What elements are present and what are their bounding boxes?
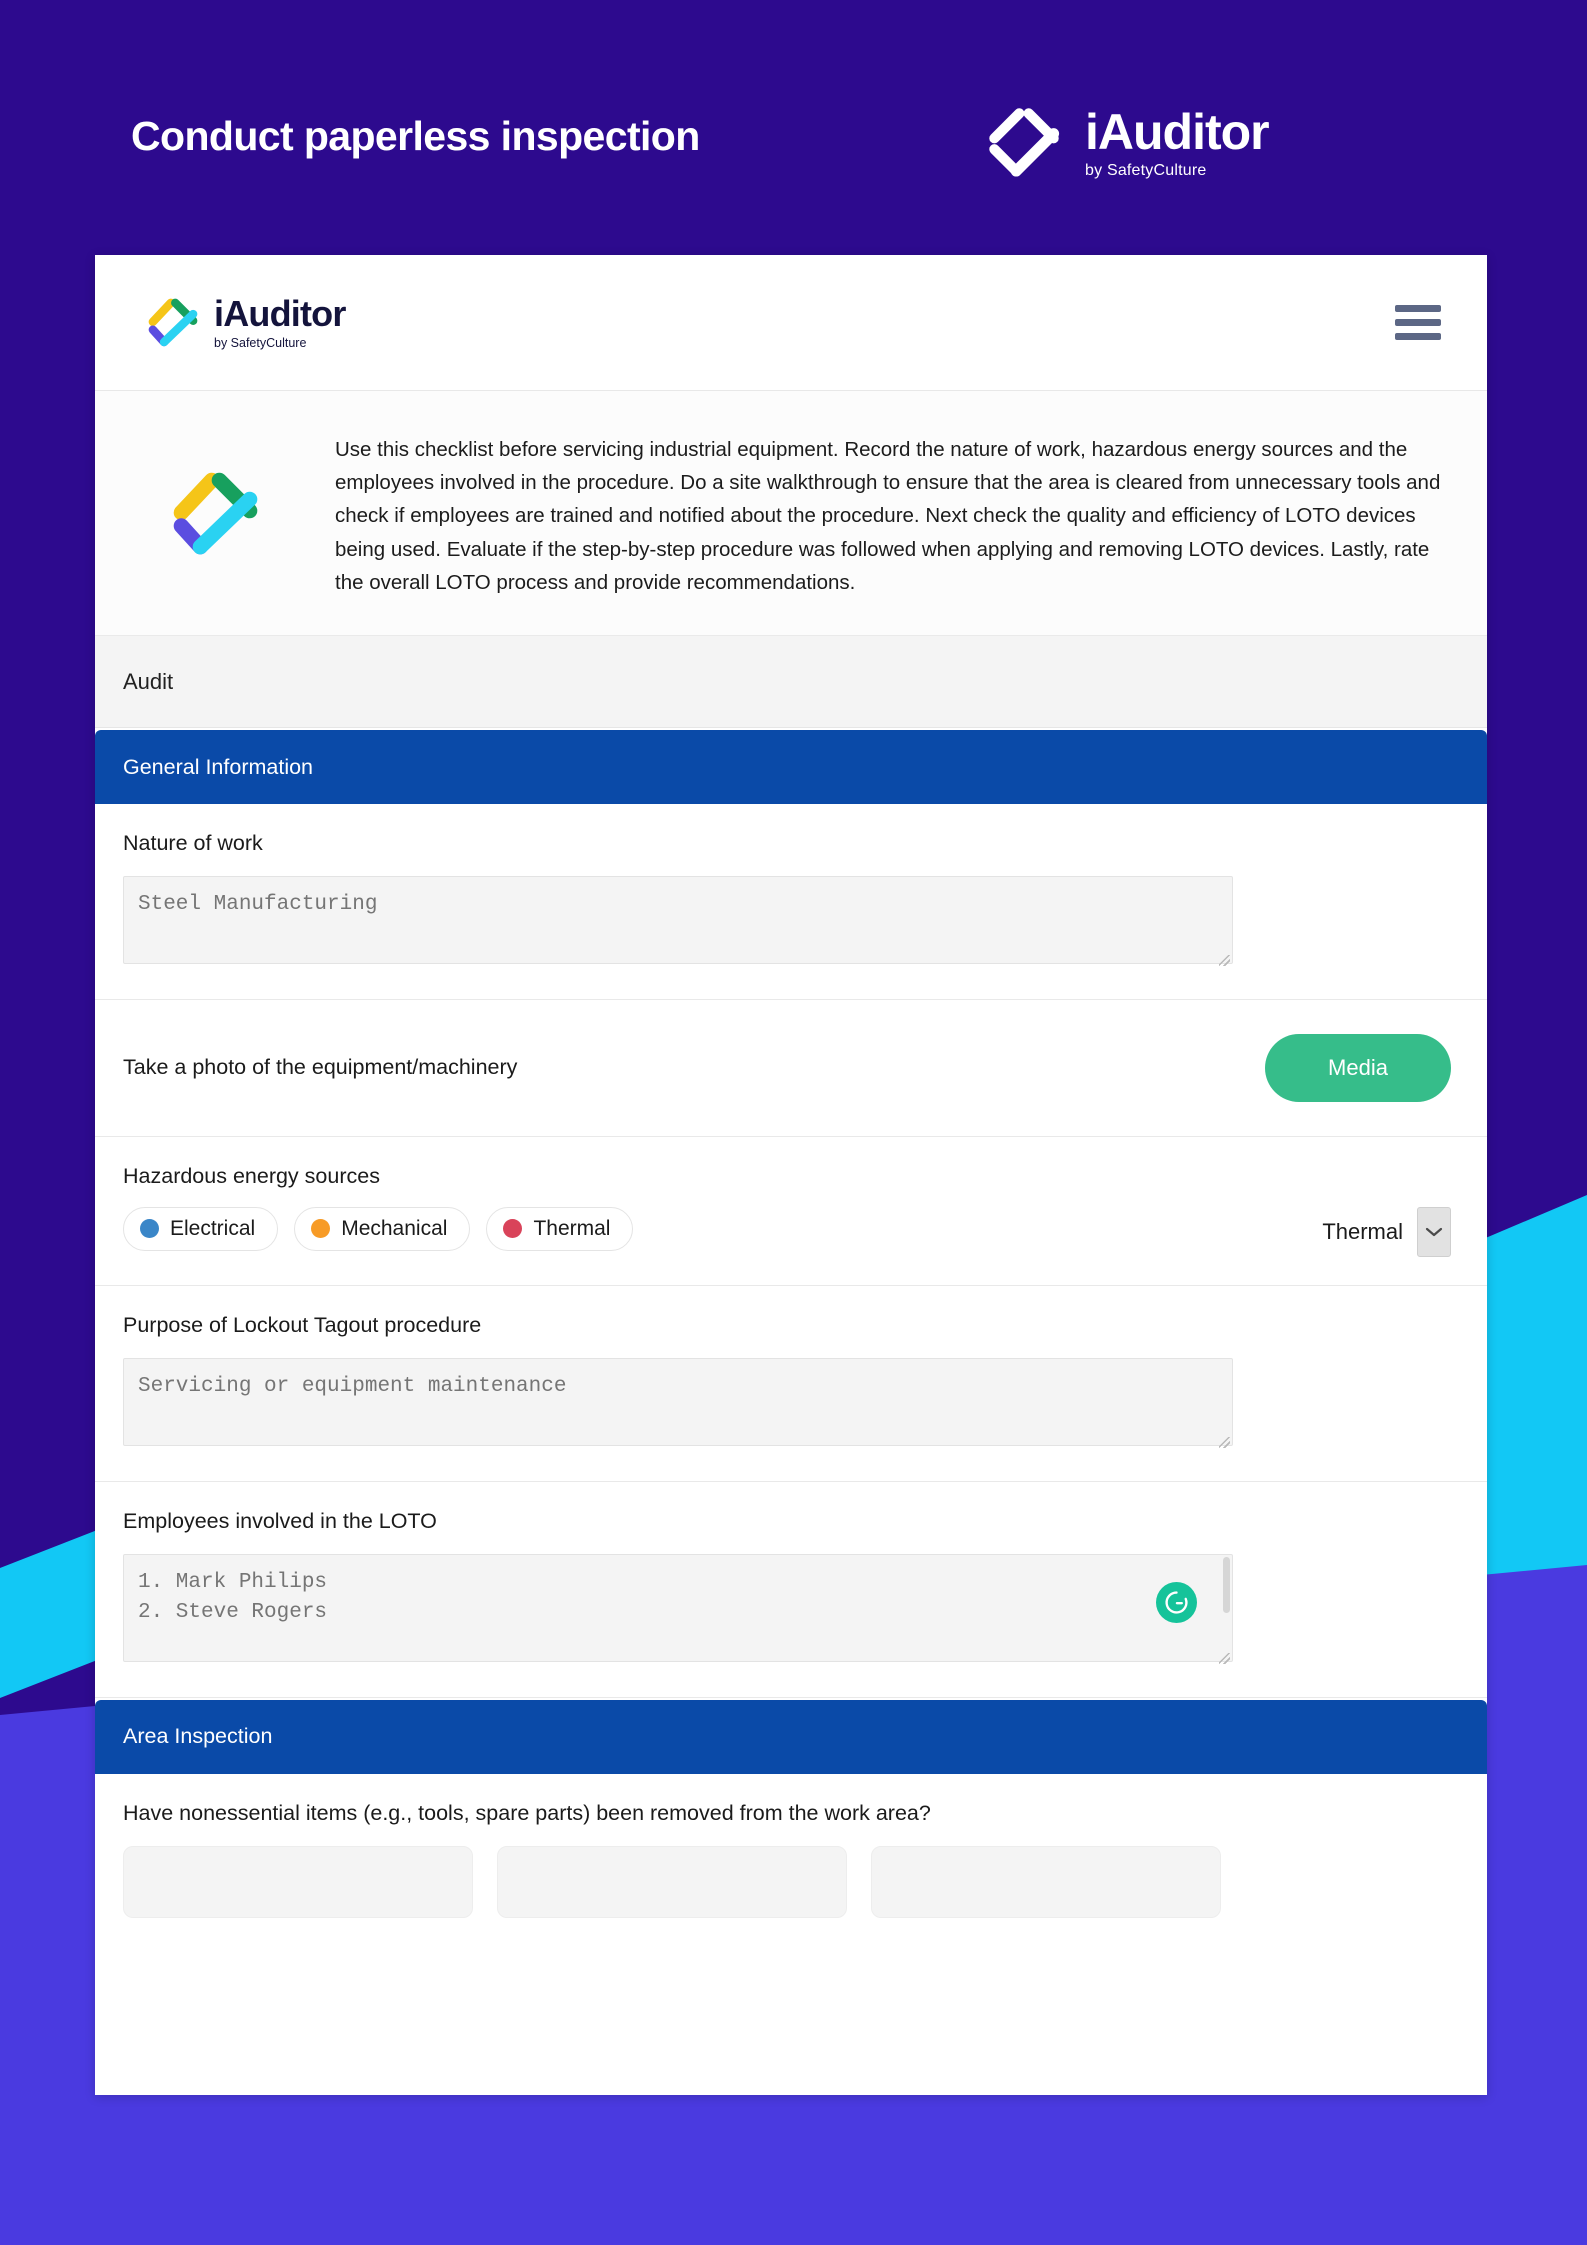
- chip-label: Thermal: [533, 1216, 611, 1240]
- nature-of-work-field-wrap: [123, 875, 1233, 969]
- chip-label: Electrical: [170, 1216, 256, 1240]
- iauditor-diamond-check-icon: [985, 104, 1063, 182]
- template-description: Use this checklist before servicing indu…: [95, 391, 1487, 637]
- purpose-input[interactable]: [123, 1357, 1233, 1446]
- choice-button[interactable]: [123, 1845, 473, 1918]
- status-dot-icon: [503, 1219, 523, 1239]
- status-dot-icon: [140, 1219, 159, 1239]
- status-dot-icon: [311, 1219, 331, 1239]
- employees-field-wrap: [123, 1553, 1233, 1667]
- chip-electrical[interactable]: Electrical: [123, 1206, 279, 1251]
- app-header: iAuditor by SafetyCulture: [95, 255, 1487, 391]
- app-logo-name: iAuditor: [214, 292, 346, 334]
- question-nature-of-work: Nature of work: [95, 804, 1487, 1000]
- hazard-select-value: Thermal: [1322, 1218, 1403, 1244]
- choice-button[interactable]: [871, 1845, 1221, 1918]
- question-label: Employees involved in the LOTO: [123, 1508, 437, 1533]
- audit-label: Audit: [123, 668, 174, 694]
- question-label: Have nonessential items (e.g., tools, sp…: [123, 1800, 931, 1825]
- banner-logo-name: iAuditor: [1085, 104, 1270, 160]
- question-purpose-of-loto: Purpose of Lockout Tagout procedure: [95, 1285, 1487, 1482]
- resize-handle-icon[interactable]: [1219, 954, 1230, 966]
- iauditor-diamond-check-icon: [145, 295, 201, 351]
- question-label: Nature of work: [123, 831, 263, 856]
- app-logo-tagline: by SafetyCulture: [214, 335, 307, 350]
- question-label: Purpose of Lockout Tagout procedure: [123, 1312, 482, 1337]
- purpose-field-wrap: [123, 1357, 1233, 1451]
- question-employees-involved: Employees involved in the LOTO: [95, 1481, 1487, 1698]
- hazard-left: Hazardous energy sources Electrical Mech…: [123, 1163, 634, 1251]
- app-wordmark: iAuditor by SafetyCulture: [214, 292, 346, 350]
- hamburger-bar: [1395, 305, 1441, 312]
- chip-label: Mechanical: [341, 1216, 448, 1240]
- choice-button[interactable]: [497, 1845, 847, 1918]
- resize-handle-icon[interactable]: [1219, 1436, 1230, 1448]
- chip-thermal[interactable]: Thermal: [486, 1206, 634, 1251]
- iauditor-diamond-check-icon: [168, 467, 263, 562]
- banner-title: Conduct paperless inspection: [131, 113, 700, 159]
- banner-logo: iAuditor by SafetyCulture: [985, 104, 1270, 182]
- chip-mechanical[interactable]: Mechanical: [294, 1206, 471, 1251]
- question-take-photo: Take a photo of the equipment/machinery …: [95, 999, 1487, 1137]
- grammarly-icon[interactable]: [1156, 1581, 1197, 1623]
- question-nonessential-items: Have nonessential items (e.g., tools, sp…: [95, 1773, 1487, 1918]
- app-logo[interactable]: iAuditor by SafetyCulture: [145, 295, 346, 351]
- choice-button-row: [123, 1845, 1459, 1918]
- media-button[interactable]: Media: [1265, 1033, 1451, 1102]
- employees-input[interactable]: [123, 1553, 1233, 1662]
- question-label: Take a photo of the equipment/machinery: [123, 1054, 518, 1079]
- banner: Conduct paperless inspection iAuditor by…: [0, 0, 1587, 255]
- section-header-area-inspection[interactable]: Area Inspection: [95, 1699, 1487, 1774]
- app-card: iAuditor by SafetyCulture Use this check…: [95, 255, 1487, 2095]
- intro-icon-wrap: [95, 419, 335, 599]
- template-description-text: Use this checklist before servicing indu…: [335, 438, 1441, 594]
- hamburger-bar: [1395, 333, 1441, 340]
- chevron-down-icon[interactable]: [1417, 1206, 1451, 1257]
- hamburger-bar: [1395, 319, 1441, 326]
- hazard-chip-list: Electrical Mechanical Thermal: [123, 1206, 634, 1251]
- hamburger-menu-icon[interactable]: [1395, 305, 1441, 340]
- question-label: Hazardous energy sources: [123, 1163, 380, 1188]
- hazard-select[interactable]: Thermal: [1322, 1206, 1451, 1257]
- nature-of-work-input[interactable]: [123, 875, 1233, 964]
- resize-handle-icon[interactable]: [1219, 1652, 1230, 1664]
- question-hazardous-energy-sources: Hazardous energy sources Electrical Mech…: [95, 1136, 1487, 1286]
- audit-bar[interactable]: Audit: [95, 636, 1487, 729]
- section-header-general-information[interactable]: General Information: [95, 730, 1487, 805]
- banner-wordmark: iAuditor by SafetyCulture: [1085, 104, 1270, 179]
- banner-logo-tagline: by SafetyCulture: [1085, 162, 1207, 179]
- textarea-scrollbar[interactable]: [1223, 1556, 1230, 1613]
